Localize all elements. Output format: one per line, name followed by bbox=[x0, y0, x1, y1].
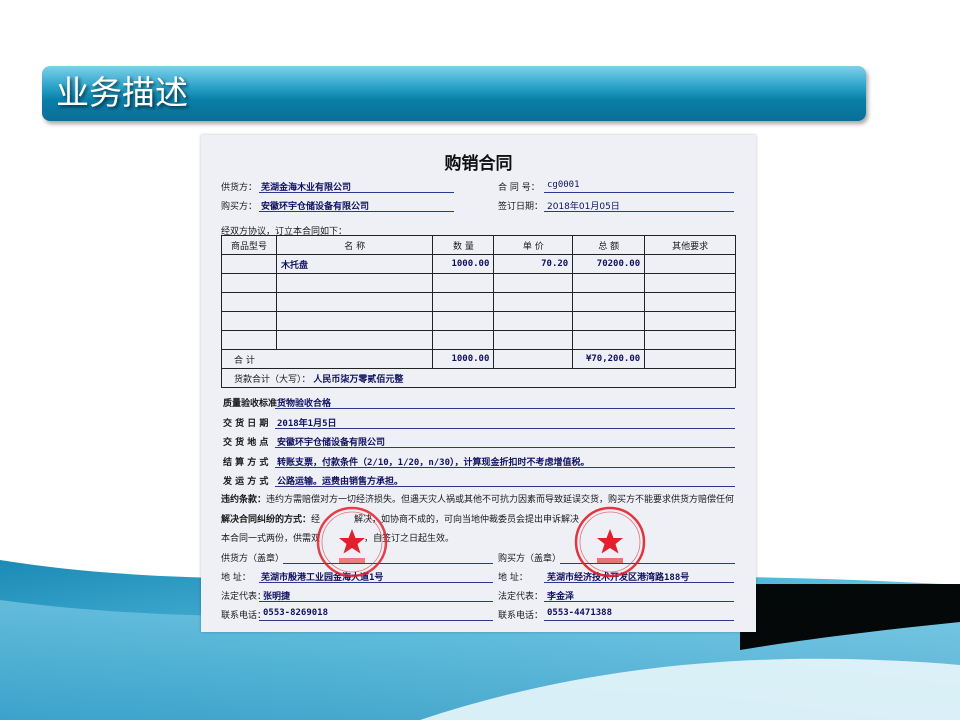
cell-model bbox=[221, 254, 277, 274]
table-row-empty bbox=[221, 330, 736, 350]
buyer-address-underline bbox=[544, 582, 734, 583]
total-label: 合 计 bbox=[220, 349, 434, 369]
cell-other bbox=[644, 254, 736, 274]
breach-text: 违约方需赔偿对方一切经济损失。但遇天灾人祸或其他不可抗力因素而导致延误交货，购买… bbox=[266, 495, 735, 505]
contract-no-value: cg0001 bbox=[547, 180, 580, 190]
shipping-underline bbox=[275, 486, 735, 487]
delivery-date-underline bbox=[275, 428, 735, 429]
breach-label: 违约条款： bbox=[221, 495, 267, 505]
breach-clause: 违约条款：违约方需赔偿对方一切经济损失。但遇天灾人祸或其他不可抗力因素而导致延误… bbox=[221, 492, 734, 505]
table-total-row: 合 计 1000.00 ¥70,200.00 bbox=[220, 349, 736, 369]
slide-title: 业务描述 bbox=[56, 73, 188, 112]
buyer-underline bbox=[259, 211, 454, 212]
buyer-seal-label: 购买方（盖章） bbox=[498, 554, 562, 564]
buyer-phone-label: 联系电话： bbox=[498, 611, 544, 621]
table-capital-row: 货款合计（大写）： 人民币柒万零贰佰元整 bbox=[221, 368, 736, 388]
capital-label: 货款合计（大写）： bbox=[234, 374, 311, 385]
settlement-label: 结 算 方 式 bbox=[223, 458, 269, 468]
header-cell: 商品型号 bbox=[221, 235, 277, 255]
contract-no-label: 合 同 号： bbox=[498, 183, 540, 193]
copies-text-a: 本合同一式两份，供需双 bbox=[221, 534, 321, 544]
total-amount: ¥70,200.00 bbox=[572, 349, 646, 369]
cell-price: 70.20 bbox=[493, 254, 574, 274]
buyer-phone-underline bbox=[544, 620, 734, 621]
cell-qty: 1000.00 bbox=[432, 254, 495, 274]
header-cell: 其他要求 bbox=[644, 235, 736, 255]
header-cell: 单 价 bbox=[493, 235, 574, 255]
contract-document: 购销合同 供货方： 芜湖金海木业有限公司 合 同 号： cg0001 购买方： … bbox=[201, 135, 756, 632]
dispute-label: 解决合同纠纷的方式： bbox=[221, 515, 312, 525]
supplier-phone-underline bbox=[259, 620, 493, 621]
supplier-label: 供货方： bbox=[221, 183, 258, 193]
total-qty: 1000.00 bbox=[432, 349, 495, 369]
table-header-row: 商品型号 名 称 数 量 单 价 总 额 其他要求 bbox=[221, 235, 736, 255]
table-row-empty bbox=[221, 273, 736, 293]
shipping-label: 发 运 方 式 bbox=[223, 477, 269, 487]
table-row-empty bbox=[221, 311, 736, 331]
sign-date-underline bbox=[544, 211, 734, 212]
buyer-address-label: 地 址： bbox=[498, 573, 528, 583]
goods-table: 商品型号 名 称 数 量 单 价 总 额 其他要求 木托盘 1000.00 70… bbox=[220, 235, 736, 388]
buyer-rep-label: 法定代表： bbox=[498, 592, 544, 602]
header-cell: 名 称 bbox=[275, 235, 434, 255]
supplier-underline bbox=[259, 192, 454, 193]
delivery-place-underline bbox=[275, 447, 735, 448]
supplier-phone: 0553-8269018 bbox=[263, 608, 329, 618]
slide-title-bar: 业务描述 bbox=[42, 66, 866, 121]
settlement-underline bbox=[275, 467, 735, 468]
table-row-empty bbox=[221, 292, 736, 312]
sign-date-label: 签订日期： bbox=[498, 202, 544, 212]
header-cell: 数 量 bbox=[432, 235, 495, 255]
buyer-phone: 0553-4471388 bbox=[547, 608, 613, 618]
table-row: 木托盘 1000.00 70.20 70200.00 bbox=[221, 254, 736, 274]
supplier-rep-underline bbox=[259, 601, 493, 602]
capital-value: 人民币柒万零贰佰元整 bbox=[313, 374, 404, 385]
cell-name: 木托盘 bbox=[275, 254, 434, 274]
supplier-address-underline bbox=[259, 582, 493, 583]
supplier-address-label: 地 址： bbox=[221, 573, 251, 583]
quality-label: 质量验收标准 bbox=[223, 399, 278, 409]
header-cell: 总 额 bbox=[572, 235, 646, 255]
quality-underline bbox=[275, 408, 735, 409]
buyer-label: 购买方： bbox=[221, 202, 258, 212]
buyer-rep-underline bbox=[544, 601, 734, 602]
delivery-date-label: 交 货 日 期 bbox=[223, 419, 269, 429]
buyer-seal-stamp bbox=[574, 506, 646, 578]
delivery-place-label: 交 货 地 点 bbox=[223, 438, 269, 448]
contract-no-underline bbox=[544, 192, 734, 193]
supplier-seal-label: 供货方（盖章） bbox=[221, 554, 285, 564]
cell-amount: 70200.00 bbox=[572, 254, 646, 274]
dispute-clause: 解决合同纠纷的方式：经 解决，如协商不成的，可向当地仲裁委员会提出申诉解决 bbox=[221, 512, 579, 525]
contract-title: 购销合同 bbox=[444, 154, 513, 174]
supplier-seal-stamp bbox=[316, 506, 388, 578]
